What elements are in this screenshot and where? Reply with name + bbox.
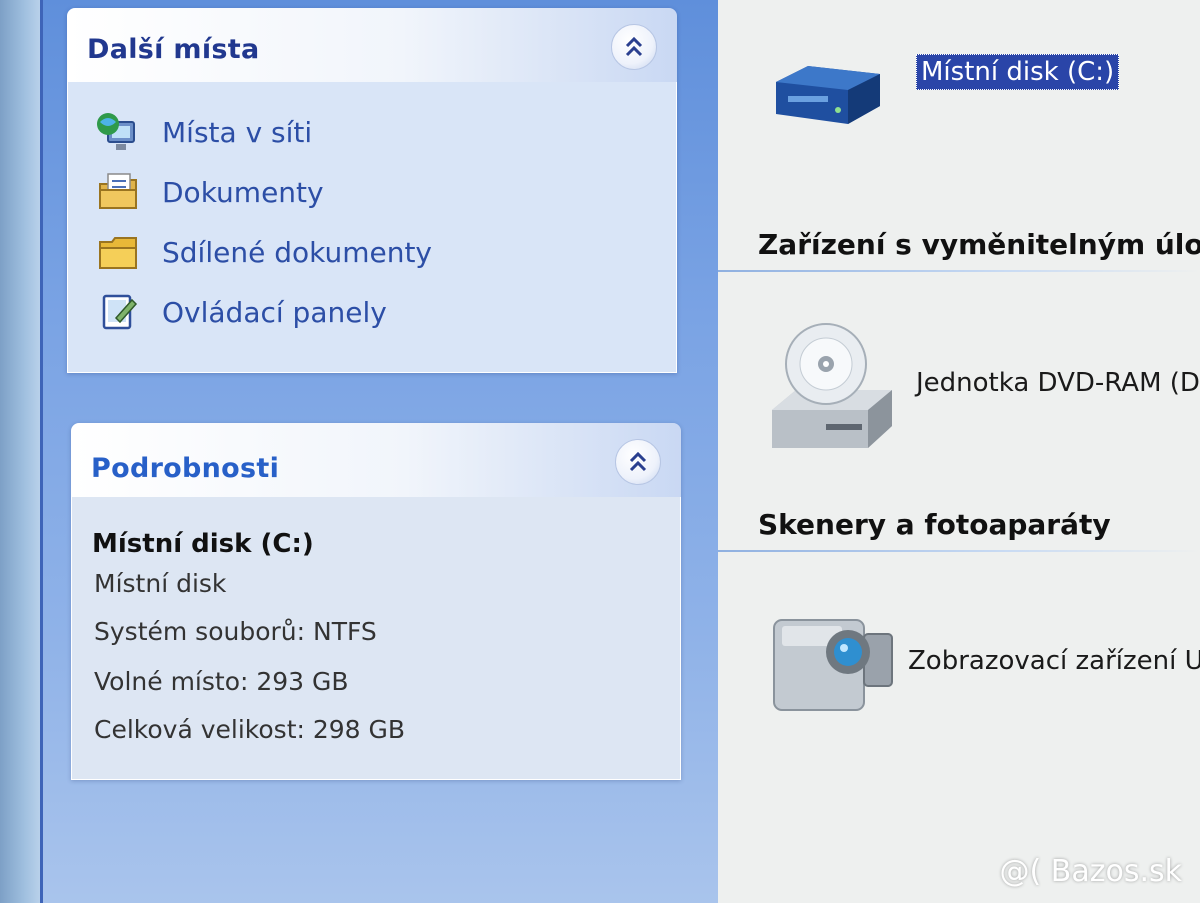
details-total-size: Celková velikost: 298 GB — [94, 715, 406, 744]
camera-icon — [773, 619, 893, 711]
collapse-other-places-button[interactable] — [611, 24, 657, 70]
documents-icon — [99, 173, 137, 209]
details-item-name: Místní disk (C:) — [92, 529, 314, 559]
double-chevron-up-icon — [625, 36, 643, 57]
group-scanners-cameras: Skenery a fotoaparáty — [758, 508, 1111, 541]
device-item-camera-label: Zobrazovací zařízení US — [908, 646, 1200, 676]
link-network-places-label: Místa v síti — [162, 115, 313, 149]
details-filesystem: Systém souborů: NTFS — [94, 617, 377, 646]
other-places-panel: Další místa Místa v síti Dokumenty Sdíle… — [67, 8, 677, 373]
drive-item-dvd-label: Jednotka DVD-RAM (D — [916, 368, 1200, 398]
desktop-edge — [0, 0, 40, 903]
hard-disk-icon — [776, 66, 880, 124]
dvd-drive-icon — [772, 323, 892, 448]
link-shared-documents[interactable]: Sdílené dokumenty — [94, 228, 432, 276]
drive-item-local-c-label: Místní disk (C:) — [916, 54, 1120, 90]
double-chevron-up-icon — [629, 451, 647, 472]
drive-item-dvd[interactable]: Jednotka DVD-RAM (D — [766, 318, 1200, 458]
other-places-body: Místa v síti Dokumenty Sdílené dokumenty — [67, 82, 677, 373]
details-header[interactable]: Podrobnosti — [71, 423, 681, 497]
link-control-panel-label: Ovládací panely — [162, 295, 387, 329]
shared-folder-icon — [99, 237, 137, 269]
group-divider — [718, 270, 1200, 272]
other-places-header[interactable]: Další místa — [67, 8, 677, 82]
link-shared-documents-label: Sdílené dokumenty — [162, 235, 433, 269]
watermark-logo: @( Bazos.sk — [999, 854, 1182, 889]
details-title: Podrobnosti — [91, 453, 280, 484]
group-divider — [718, 550, 1200, 552]
control-panel-icon — [102, 294, 138, 330]
details-free-space: Volné místo: 293 GB — [94, 667, 349, 696]
network-places-icon — [97, 113, 135, 150]
details-panel: Podrobnosti Místní disk (C:) Místní disk… — [71, 423, 681, 780]
link-network-places[interactable]: Místa v síti — [94, 108, 312, 156]
link-documents[interactable]: Dokumenty — [94, 168, 324, 216]
link-documents-label: Dokumenty — [162, 175, 324, 209]
drives-view: Místní disk (C:) Zařízení s vyměnitelným… — [718, 0, 1200, 903]
collapse-details-button[interactable] — [615, 439, 661, 485]
details-body: Místní disk (C:) Místní disk Systém soub… — [71, 497, 681, 780]
details-item-type: Místní disk — [94, 569, 227, 598]
other-places-title: Další místa — [87, 34, 260, 65]
group-removable-storage: Zařízení s vyměnitelným úlo — [758, 228, 1200, 261]
device-item-camera[interactable]: Zobrazovací zařízení US — [766, 604, 1200, 718]
task-pane: Další místa Místa v síti Dokumenty Sdíle… — [40, 0, 721, 903]
drive-item-local-c[interactable]: Místní disk (C:) — [768, 52, 1120, 132]
link-control-panel[interactable]: Ovládací panely — [94, 288, 387, 336]
